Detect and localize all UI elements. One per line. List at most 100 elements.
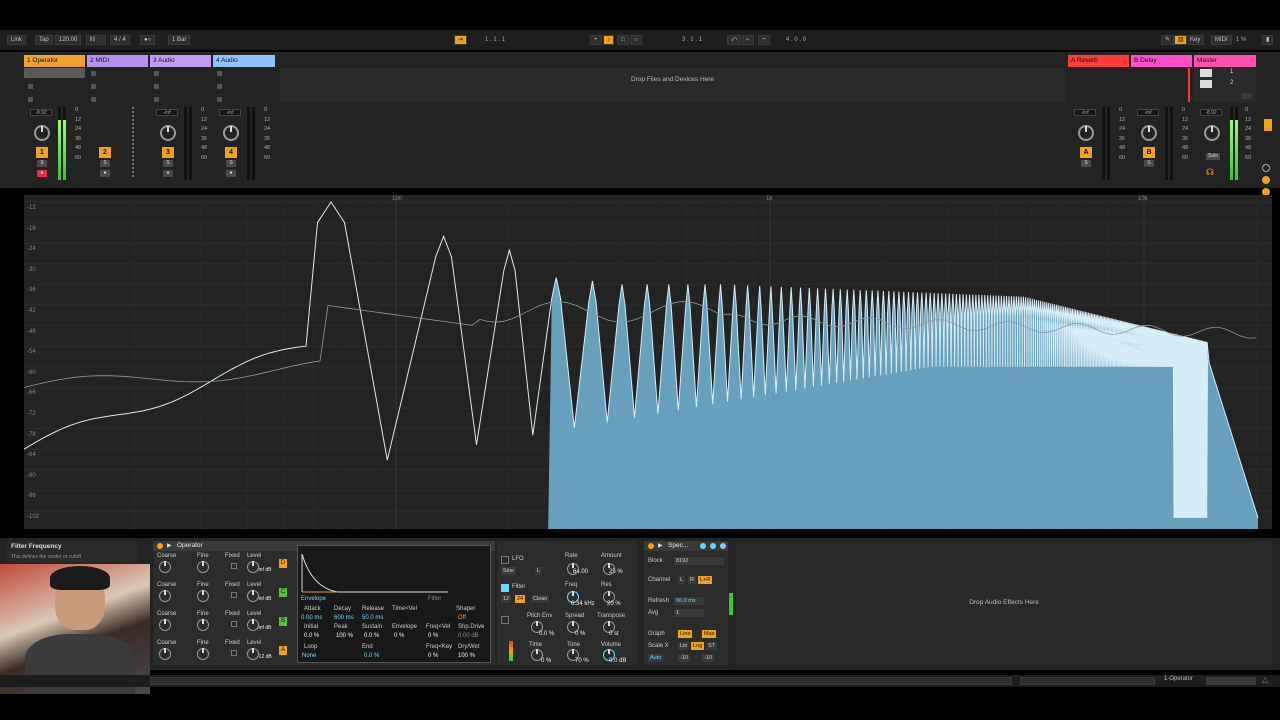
clip-stop-icon[interactable] bbox=[217, 97, 222, 102]
song-position[interactable]: 1 . 1 . 1 bbox=[485, 35, 505, 45]
tempo-nudge-icon[interactable]: ‖‖ bbox=[86, 35, 106, 45]
pitch-env-value[interactable]: 0.0 % bbox=[539, 631, 554, 637]
device-header-icon[interactable] bbox=[710, 543, 716, 549]
sends-toggle-icon[interactable] bbox=[1262, 176, 1270, 184]
fine-knob[interactable] bbox=[197, 590, 209, 602]
channel-lr-button[interactable]: L+R bbox=[698, 576, 713, 584]
rate-knob[interactable] bbox=[567, 563, 579, 575]
oscillator-letter[interactable]: D bbox=[279, 559, 287, 568]
graph-line-button[interactable]: Line bbox=[678, 630, 693, 638]
track-header-master[interactable]: Master bbox=[1194, 55, 1256, 67]
volume-value[interactable]: 0.0 dB bbox=[609, 658, 626, 664]
clip-stop-icon[interactable] bbox=[28, 71, 33, 76]
volume-value[interactable]: -8.92 bbox=[30, 109, 52, 116]
freqvel-value[interactable]: 0 % bbox=[428, 633, 438, 639]
track-header-reverb[interactable]: A Reverb bbox=[1068, 55, 1129, 67]
track-activator[interactable]: 3 bbox=[162, 147, 174, 158]
lfo-wave-menu[interactable]: Sine bbox=[501, 567, 517, 575]
channel-r-button[interactable]: R bbox=[688, 576, 696, 584]
track-activator[interactable]: 4 bbox=[225, 147, 237, 158]
lfo-lr-menu[interactable]: L bbox=[535, 567, 543, 575]
clip-stop-icon[interactable] bbox=[154, 71, 159, 76]
track-activator[interactable]: A bbox=[1080, 147, 1092, 158]
quantize-menu[interactable]: 1 Bar bbox=[168, 35, 191, 45]
solo-button[interactable]: S bbox=[100, 160, 110, 167]
device-fold-icon[interactable]: ▶ bbox=[167, 542, 172, 549]
coarse-knob[interactable] bbox=[159, 619, 171, 631]
pan-knob[interactable] bbox=[1078, 125, 1094, 141]
shaper-value[interactable]: Off bbox=[458, 615, 466, 621]
midi-map-button[interactable]: MIDI bbox=[1211, 35, 1232, 45]
oscillator-letter[interactable]: B bbox=[279, 617, 287, 626]
volume-value[interactable]: -Inf bbox=[1074, 109, 1096, 116]
envelope-tab[interactable]: Envelope bbox=[301, 596, 326, 602]
view-switch-icon[interactable] bbox=[1206, 677, 1256, 685]
device-fold-icon[interactable]: ▶ bbox=[658, 542, 663, 549]
clip-stop-icon[interactable] bbox=[217, 84, 222, 89]
fine-knob[interactable] bbox=[197, 648, 209, 660]
graph-max-button[interactable]: Max bbox=[702, 630, 717, 638]
scene-launch-button[interactable] bbox=[1200, 80, 1212, 88]
volume-value[interactable]: -Inf bbox=[1137, 109, 1159, 116]
loop-start-field[interactable]: 3 . 1 . 1 bbox=[682, 35, 702, 45]
scale-log-button[interactable]: Log bbox=[691, 642, 705, 650]
device-header-icon[interactable] bbox=[720, 543, 726, 549]
solo-button[interactable]: S bbox=[226, 160, 236, 167]
filter-tab[interactable]: Filter bbox=[428, 596, 441, 602]
overview-icon[interactable]: ▮ bbox=[1262, 35, 1274, 45]
device-drop-zone[interactable]: Drop Audio Effects Here bbox=[736, 541, 1272, 665]
drop-zone[interactable]: Drop Files and Devices Here bbox=[280, 68, 1065, 102]
solo-button[interactable]: S bbox=[37, 160, 47, 167]
transpose-value[interactable]: 0 st bbox=[609, 631, 619, 637]
clip-stop-icon[interactable] bbox=[154, 97, 159, 102]
range-low-value[interactable]: -10 bbox=[678, 654, 690, 662]
block-menu[interactable]: 8192 bbox=[674, 557, 724, 565]
coarse-knob[interactable] bbox=[159, 648, 171, 660]
track-header-midi[interactable]: 2 MIDI bbox=[87, 55, 148, 67]
overdub-icon[interactable]: + bbox=[590, 35, 602, 45]
decay-value[interactable]: 600 ms bbox=[334, 615, 354, 621]
oscillator-letter[interactable]: A bbox=[279, 646, 287, 655]
pitch-env-toggle[interactable] bbox=[501, 616, 509, 624]
tone-value[interactable]: 70 % bbox=[575, 658, 589, 664]
solo-button[interactable]: S bbox=[1081, 160, 1091, 167]
device-header-icon[interactable] bbox=[700, 543, 706, 549]
channel-l-button[interactable]: L bbox=[678, 576, 686, 584]
envelope-display[interactable]: Envelope Filter Attack Decay Release Tim… bbox=[297, 545, 491, 663]
fixed-checkbox[interactable] bbox=[231, 563, 237, 569]
scene-launch-button[interactable] bbox=[1200, 69, 1212, 77]
track-header-operator[interactable]: 1 Operator bbox=[24, 55, 85, 67]
sustain-value[interactable]: 0.0 % bbox=[364, 633, 379, 639]
key-map-button[interactable]: Key bbox=[1186, 35, 1205, 45]
fixed-checkbox[interactable] bbox=[231, 650, 237, 656]
draw-mode-icon[interactable]: ✎ bbox=[1161, 35, 1175, 45]
shpdrive-value[interactable]: 0.00 dB bbox=[458, 633, 479, 639]
solo-button[interactable]: S bbox=[1144, 160, 1154, 167]
pan-knob[interactable] bbox=[223, 125, 239, 141]
end-value[interactable]: 0.0 % bbox=[364, 653, 379, 659]
drywet-value[interactable]: 100 % bbox=[458, 653, 475, 659]
avg-value[interactable]: 1 bbox=[674, 609, 704, 617]
follow-icon[interactable]: ⇥ bbox=[454, 35, 468, 45]
freq-value[interactable]: 6.34 kHz bbox=[571, 601, 595, 607]
volume-value[interactable]: -8.92 bbox=[1200, 109, 1222, 116]
refresh-value[interactable]: 60.0 ms bbox=[674, 597, 704, 605]
arm-button[interactable]: ● bbox=[226, 170, 236, 177]
range-auto-button[interactable]: Auto bbox=[648, 654, 664, 662]
solo-button[interactable]: S bbox=[163, 160, 173, 167]
solo-cue-button[interactable]: Solo bbox=[1206, 153, 1220, 160]
level-value[interactable]: -12 dB bbox=[257, 654, 272, 660]
tempo-field[interactable]: 120.00 bbox=[55, 35, 82, 45]
fine-knob[interactable] bbox=[197, 561, 209, 573]
arm-button[interactable]: ● bbox=[37, 170, 47, 177]
headphone-icon[interactable]: ☊ bbox=[1206, 167, 1214, 178]
session-record-icon[interactable]: ○ bbox=[630, 35, 642, 45]
detail-view-icon[interactable]: △ bbox=[1262, 675, 1268, 684]
loop-icon[interactable]: ⤺ bbox=[727, 35, 742, 45]
arm-button[interactable]: ● bbox=[100, 170, 110, 177]
fixed-checkbox[interactable] bbox=[231, 621, 237, 627]
fixed-checkbox[interactable] bbox=[231, 592, 237, 598]
slope-24-button[interactable]: 24 bbox=[515, 595, 526, 603]
clip-slot[interactable] bbox=[24, 68, 85, 78]
track-activator[interactable]: B bbox=[1143, 147, 1155, 158]
